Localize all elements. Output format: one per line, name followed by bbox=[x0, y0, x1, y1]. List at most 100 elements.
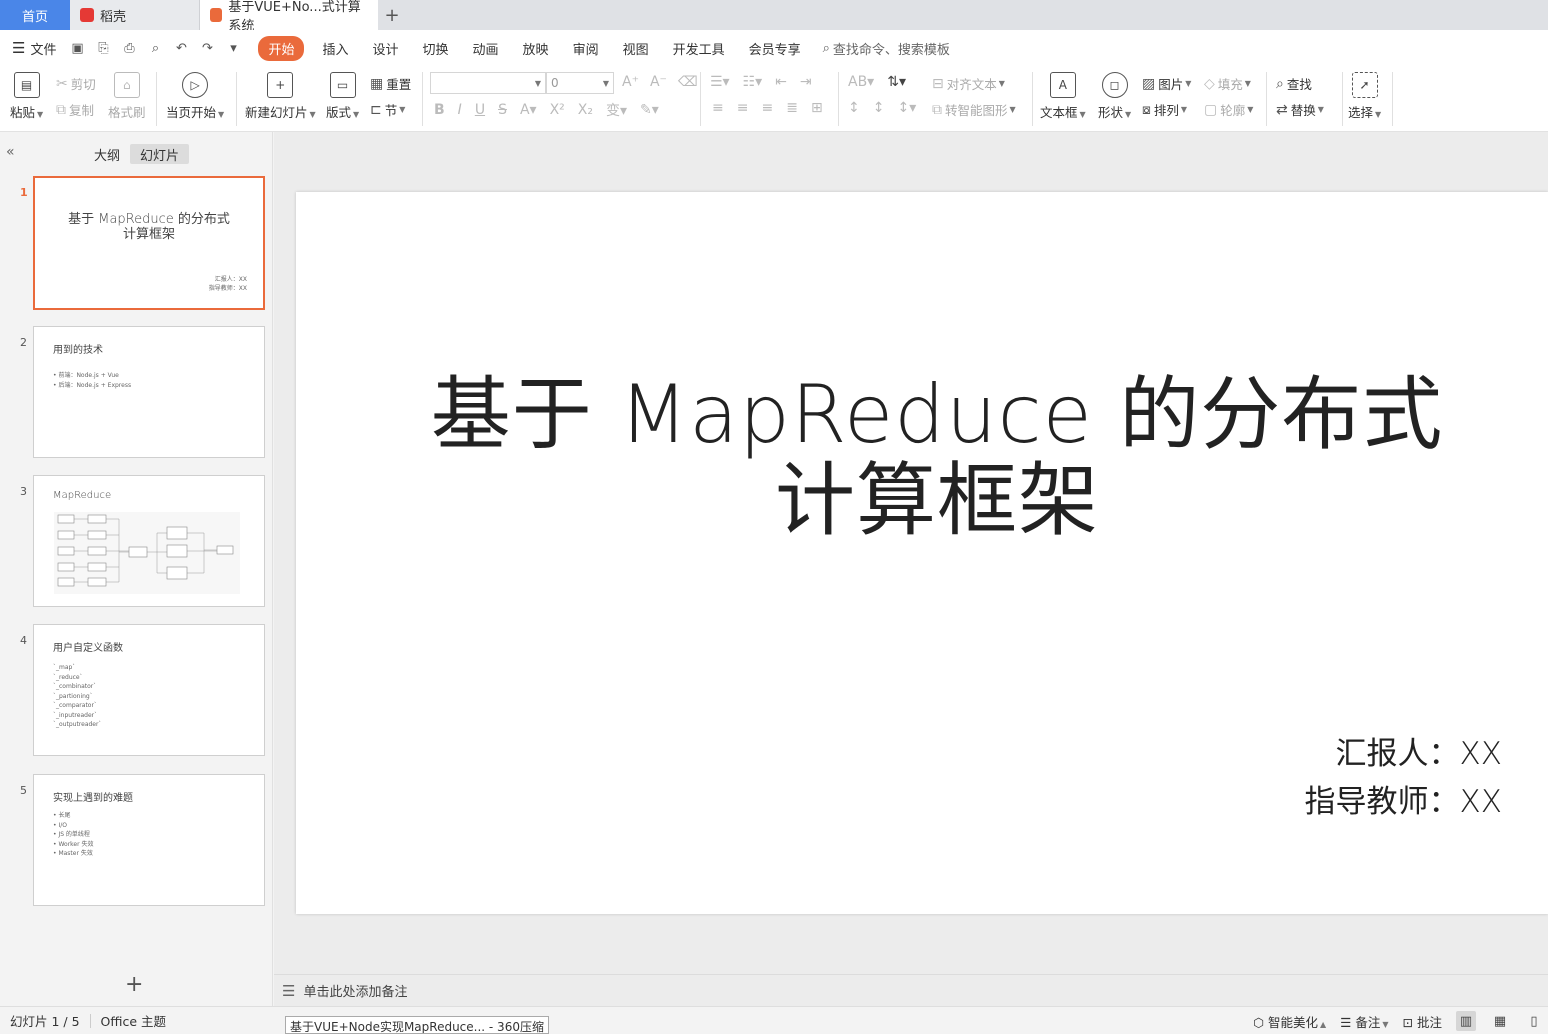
add-slide-button[interactable]: + bbox=[125, 972, 143, 997]
picture-button[interactable]: ▨ 图片 ▼ bbox=[1142, 74, 1191, 93]
align-center-icon[interactable]: ≡ bbox=[737, 100, 749, 116]
copy-button[interactable]: ⧉ 复制 bbox=[56, 100, 94, 119]
smart-graphic-button[interactable]: ⧉ 转智能图形 ▼ bbox=[932, 100, 1016, 119]
distribute-icon[interactable]: ⊞ bbox=[811, 100, 823, 116]
section-icon: ⊏ bbox=[370, 101, 382, 118]
font-family-select[interactable]: ▼ bbox=[430, 72, 546, 94]
print-icon[interactable]: ⎙ bbox=[120, 39, 138, 57]
menu-member[interactable]: 会员专享 bbox=[737, 39, 813, 58]
bullet-list-icon[interactable]: ☰▾ bbox=[710, 74, 730, 90]
layout-button[interactable]: ▭ 版式 ▼ bbox=[326, 72, 359, 121]
play-from-current-button[interactable]: ▷ 当页开始 ▼ bbox=[166, 72, 224, 121]
collapse-panel-icon[interactable]: « bbox=[6, 144, 15, 160]
slide-sorter-icon[interactable]: ▦ bbox=[1490, 1011, 1510, 1031]
mapreduce-diagram-image bbox=[57, 514, 234, 587]
decrease-indent-icon[interactable]: ⇤ bbox=[775, 74, 787, 90]
customize-dropdown-icon[interactable]: ▾ bbox=[224, 39, 242, 57]
select-button[interactable]: ➚ 选择 ▼ bbox=[1348, 72, 1381, 121]
paragraph-spacing-icon[interactable]: ↕ bbox=[873, 100, 885, 116]
format-painter-button[interactable]: ⌂ 格式刷 bbox=[108, 72, 146, 121]
tab-home[interactable]: 首页 bbox=[0, 0, 70, 30]
numbered-list-icon[interactable]: ☷▾ bbox=[743, 74, 763, 90]
tab-daoke[interactable]: 稻壳 bbox=[70, 0, 200, 30]
export-icon[interactable]: ⎘ bbox=[94, 39, 112, 57]
slide-thumbnail-4[interactable]: 用户自定义函数 `_map` `_reduce` `_combinator` `… bbox=[33, 624, 265, 756]
decrease-font-icon[interactable]: A⁻ bbox=[650, 74, 667, 90]
comment-button[interactable]: ⊡ 批注 bbox=[1403, 1012, 1442, 1031]
theme-name[interactable]: Office 主题 bbox=[91, 1011, 176, 1030]
new-slide-button[interactable]: + 新建幻灯片 ▼ bbox=[245, 72, 316, 121]
section-label: 节 bbox=[384, 103, 398, 118]
underline-icon[interactable]: U bbox=[475, 102, 485, 118]
paste-button[interactable]: ▤ 粘贴 ▼ bbox=[10, 72, 43, 121]
redo-icon[interactable]: ↷ bbox=[198, 39, 216, 57]
align-text-button[interactable]: ⊟ 对齐文本 ▼ bbox=[932, 74, 1005, 93]
slide-thumbnail-2[interactable]: 用到的技术 • 前端：Node.js + Vue • 后端：Node.js + … bbox=[33, 326, 265, 458]
font-size-select[interactable]: 0 ▼ bbox=[546, 72, 614, 94]
taskbar-tooltip[interactable]: 基于VUE+Node实现MapReduce... - 360压缩 bbox=[285, 1016, 549, 1034]
menu-transitions[interactable]: 切换 bbox=[411, 39, 461, 58]
replace-button[interactable]: ⇄ 替换 ▼ bbox=[1276, 100, 1324, 119]
superscript-icon[interactable]: X² bbox=[550, 102, 565, 118]
shape-button[interactable]: ◻ 形状 ▼ bbox=[1098, 72, 1131, 121]
slide-title[interactable]: 基于 MapReduce 的分布式 计算框架 bbox=[296, 372, 1548, 544]
menu-animations[interactable]: 动画 bbox=[461, 39, 511, 58]
outline-button[interactable]: ▢ 轮廓 ▼ bbox=[1204, 100, 1253, 119]
menu-slideshow[interactable]: 放映 bbox=[511, 39, 561, 58]
menu-developer[interactable]: 开发工具 bbox=[661, 39, 737, 58]
menu-review[interactable]: 审阅 bbox=[561, 39, 611, 58]
arrange-button[interactable]: ⧇ 排列 ▼ bbox=[1142, 100, 1187, 119]
thumbnail-bullet: `_outputreader` bbox=[53, 721, 102, 728]
menu-view[interactable]: 视图 bbox=[611, 39, 661, 58]
file-menu[interactable]: ☰ 文件 bbox=[12, 39, 56, 58]
notes-toggle-button[interactable]: ☰ 备注 ▼ bbox=[1340, 1012, 1388, 1031]
align-right-icon[interactable]: ≡ bbox=[761, 100, 773, 116]
clear-format-icon[interactable]: ⌫ bbox=[678, 74, 698, 90]
reset-button[interactable]: ▦ 重置 bbox=[370, 74, 411, 93]
save-icon[interactable]: ▣ bbox=[68, 39, 86, 57]
line-spacing-icon[interactable]: ↕ bbox=[848, 100, 860, 116]
tab-slides[interactable]: 幻灯片 bbox=[130, 144, 190, 164]
new-tab-button[interactable]: + bbox=[378, 0, 406, 30]
fill-button[interactable]: ◇ 填充 ▼ bbox=[1204, 74, 1251, 93]
subscript-icon[interactable]: X₂ bbox=[578, 102, 593, 118]
command-search[interactable]: ⌕ 查找命令、搜索模板 bbox=[823, 39, 950, 58]
menu-design[interactable]: 设计 bbox=[361, 39, 411, 58]
align-left-icon[interactable]: ≡ bbox=[712, 100, 724, 116]
slide-thumbnail-3[interactable]: MapReduce bbox=[33, 475, 265, 607]
smart-beautify-button[interactable]: ⬡ 智能美化 ▲ bbox=[1253, 1012, 1326, 1031]
strikethrough-icon[interactable]: S bbox=[498, 102, 507, 118]
menu-insert[interactable]: 插入 bbox=[310, 39, 360, 58]
notes-pane[interactable]: ☰ 单击此处添加备注 bbox=[274, 974, 1548, 1006]
font-color-icon[interactable]: A▾ bbox=[520, 102, 537, 118]
slide-canvas[interactable]: 基于 MapReduce 的分布式 计算框架 汇报人：XX 指导教师：XX bbox=[296, 192, 1548, 914]
slide-subtitle[interactable]: 汇报人：XX 指导教师：XX bbox=[1305, 730, 1502, 826]
sort-icon[interactable]: ⇅▾ bbox=[887, 74, 906, 90]
text-wrap-icon[interactable]: AB▾ bbox=[848, 74, 874, 90]
increase-font-icon[interactable]: A⁺ bbox=[622, 74, 639, 90]
find-button[interactable]: ⌕ 查找 bbox=[1276, 74, 1312, 93]
cut-button[interactable]: ✂ 剪切 bbox=[56, 74, 96, 93]
cut-label: 剪切 bbox=[70, 77, 96, 92]
undo-icon[interactable]: ↶ bbox=[172, 39, 190, 57]
bold-icon[interactable]: B bbox=[434, 102, 445, 118]
reading-view-icon[interactable]: ▯ bbox=[1524, 1011, 1544, 1031]
section-button[interactable]: ⊏ 节 ▼ bbox=[370, 100, 405, 119]
slide-thumbnail-5[interactable]: 实现上遇到的难题 • 长尾 • I/O • JS 的单线程 • Worker 失… bbox=[33, 774, 265, 906]
thumbnail-teacher: 指导教师：XX bbox=[208, 285, 247, 292]
phonetic-icon[interactable]: 变▾ bbox=[606, 100, 627, 120]
increase-indent-icon[interactable]: ⇥ bbox=[800, 74, 812, 90]
tab-outline[interactable]: 大纲 bbox=[84, 144, 130, 164]
highlight-icon[interactable]: ✎▾ bbox=[640, 102, 659, 118]
tab-document[interactable]: 基于VUE+No...式计算系统 bbox=[200, 0, 378, 34]
list-tools: ☰▾ ☷▾ ⇤ ⇥ bbox=[710, 74, 815, 90]
justify-icon[interactable]: ≣ bbox=[786, 100, 798, 116]
spacing-dropdown-icon[interactable]: ↕▾ bbox=[897, 100, 916, 116]
italic-icon[interactable]: I bbox=[458, 102, 462, 118]
normal-view-icon[interactable]: ▥ bbox=[1456, 1011, 1476, 1031]
menu-home[interactable]: 开始 bbox=[258, 35, 305, 61]
slide-thumbnail-1[interactable]: 基于 MapReduce 的分布式 计算框架 汇报人：XX 指导教师：XX bbox=[33, 176, 265, 310]
text-box-button[interactable]: A 文本框 ▼ bbox=[1040, 72, 1086, 121]
align-text-label: 对齐文本 bbox=[946, 77, 997, 92]
print-preview-icon[interactable]: ⌕ bbox=[146, 39, 164, 57]
